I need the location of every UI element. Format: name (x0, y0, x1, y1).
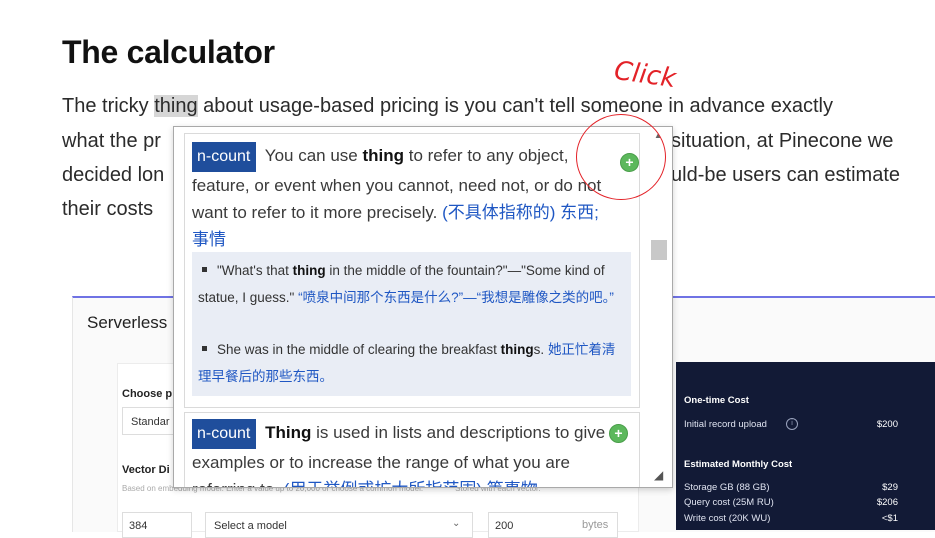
storage-cost-label: Storage GB (88 GB) (684, 482, 770, 493)
click-annotation-label: Click (612, 55, 678, 95)
example-headword: thing (500, 342, 534, 357)
part-of-speech-badge: n-count (192, 419, 257, 449)
example-part: "What's that (217, 263, 293, 278)
write-cost-value: <$1 (881, 513, 898, 524)
definition-text: n-count Thing is used in lists and descr… (192, 419, 612, 487)
dictionary-entry: n-count You can use thing to refer to an… (184, 133, 640, 408)
paragraph-line: The tricky thing about usage-based prici… (62, 95, 833, 118)
query-cost-value: $206 (876, 497, 898, 508)
monthly-cost-heading: Estimated Monthly Cost (684, 459, 793, 470)
paragraph-line: situation, at Pinecone we (671, 130, 894, 152)
paragraph-line: their costs (62, 198, 154, 220)
example-part: She was in the middle of clearing the br… (217, 342, 501, 357)
vector-dimensions-label: Vector Di (122, 464, 170, 476)
highlighted-word[interactable]: thing (154, 95, 198, 117)
paragraph-line: decided lon (62, 164, 165, 186)
chevron-down-icon: ⌄ (452, 518, 461, 529)
article-heading: The calculator (62, 34, 275, 70)
definition-text: n-count You can use thing to refer to an… (192, 142, 612, 253)
write-cost-label: Write cost (20K WU) (684, 513, 771, 524)
example-part: s. (533, 342, 548, 357)
choose-plan-label: Choose p (122, 388, 173, 400)
example-sentence: "What's that thing in the middle of the … (198, 257, 624, 311)
paragraph-line: what the pr (62, 130, 161, 152)
model-select[interactable]: Select a model (205, 512, 473, 538)
tab-serverless[interactable]: Serverless (87, 313, 167, 333)
example-headword: thing (292, 263, 326, 278)
info-icon[interactable]: i (786, 418, 798, 430)
click-annotation-circle (576, 114, 666, 200)
paragraph-text: The tricky (62, 95, 155, 117)
add-to-wordbook-button[interactable]: + (609, 424, 628, 443)
resize-grip-icon[interactable]: ◢ (654, 468, 663, 482)
query-cost-label: Query cost (25M RU) (684, 497, 774, 508)
dictionary-entry: n-count Thing is used in lists and descr… (184, 412, 640, 487)
one-time-cost-heading: One-time Cost (684, 395, 749, 406)
example-translation: “喷泉中间那个东西是什么?”—“我想是雕像之类的吧。” (298, 290, 614, 305)
headword: Thing (265, 423, 312, 442)
storage-cost-value: $29 (882, 482, 898, 493)
vector-dimension-input[interactable]: 384 (122, 512, 192, 538)
definition-part: You can use (260, 146, 363, 165)
paragraph-text: about usage-based pricing is you can't t… (197, 95, 833, 117)
headword: thing (362, 146, 405, 165)
initial-upload-label: Initial record upload (684, 419, 767, 430)
initial-upload-value: $200 (876, 419, 898, 430)
paragraph-line: uld-be users can estimate (671, 164, 901, 186)
scroll-thumb[interactable] (651, 240, 667, 260)
example-sentence: She was in the middle of clearing the br… (198, 336, 624, 390)
metadata-unit: bytes (582, 519, 609, 531)
examples-block: "What's that thing in the middle of the … (192, 252, 631, 396)
part-of-speech-badge: n-count (192, 142, 257, 172)
bullet-icon (202, 266, 207, 272)
chinese-translation: (用于举例或扩大所指范围) 等事物 (284, 480, 538, 487)
bullet-icon (202, 345, 207, 351)
